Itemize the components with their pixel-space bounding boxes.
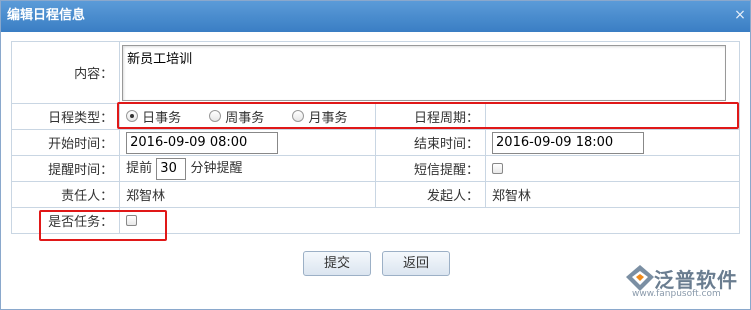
radio-monthly-label: 月事务 — [308, 110, 348, 126]
sms-label: 短信提醒： — [375, 155, 487, 182]
schedule-type-cell: 日事务 周事务 月事务 — [119, 103, 377, 130]
owner-value: 郑智林 — [119, 181, 377, 208]
radio-daily-dot[interactable] — [126, 110, 139, 123]
schedule-type-label: 日程类型： — [10, 103, 121, 130]
is-task-checkbox[interactable] — [126, 215, 138, 226]
schedule-period-label: 日程周期： — [375, 103, 487, 130]
end-time-input[interactable]: 2016-09-09 18:00 — [492, 131, 645, 154]
radio-monthly-dot[interactable] — [292, 110, 305, 123]
submit-button[interactable]: 提交 — [303, 251, 371, 276]
content-label: 内容： — [10, 41, 121, 104]
dialog-titlebar: 编辑日程信息 × — [1, 1, 750, 32]
reminder-minutes-input[interactable]: 30 — [156, 157, 187, 180]
reminder-cell: 提前 30 分钟提醒 — [119, 155, 377, 182]
radio-daily-label: 日事务 — [142, 110, 182, 126]
end-time-cell: 2016-09-09 18:00 — [485, 129, 740, 156]
reminder-label: 提醒时间： — [10, 155, 121, 182]
back-button[interactable]: 返回 — [382, 251, 450, 276]
start-time-input[interactable]: 2016-09-09 08:00 — [126, 131, 279, 154]
is-task-label: 是否任务： — [10, 207, 121, 234]
close-icon[interactable]: × — [732, 7, 748, 23]
edit-schedule-dialog: 编辑日程信息 × 内容： 新员工培训 日程类型： 日事务 周事务 月事务 日程周… — [0, 0, 751, 310]
start-time-cell: 2016-09-09 08:00 — [119, 129, 377, 156]
is-task-cell — [119, 207, 740, 234]
sms-cell — [485, 155, 740, 182]
owner-label: 责任人： — [10, 181, 121, 208]
end-time-label: 结束时间： — [375, 129, 487, 156]
start-time-label: 开始时间： — [10, 129, 121, 156]
radio-weekly-label: 周事务 — [225, 110, 265, 126]
initiator-value: 郑智林 — [485, 181, 740, 208]
radio-weekly[interactable]: 周事务 — [209, 107, 264, 126]
content-cell: 新员工培训 — [119, 41, 740, 104]
initiator-label: 发起人： — [375, 181, 487, 208]
sms-checkbox[interactable] — [492, 163, 504, 174]
dialog-title: 编辑日程信息 — [7, 8, 86, 23]
radio-daily[interactable]: 日事务 — [126, 107, 181, 126]
reminder-prefix: 提前 — [126, 161, 153, 177]
schedule-form: 内容： 新员工培训 日程类型： 日事务 周事务 月事务 日程周期： 开始时间： … — [10, 41, 740, 234]
radio-monthly[interactable]: 月事务 — [292, 107, 347, 126]
fanpu-logo: 泛普软件 www.fanpusoft.com — [624, 263, 748, 307]
logo-url: www.fanpusoft.com — [632, 289, 721, 299]
reminder-suffix: 分钟提醒 — [190, 161, 243, 177]
schedule-period-field[interactable] — [485, 103, 740, 130]
content-textarea[interactable]: 新员工培训 — [122, 44, 727, 101]
radio-weekly-dot[interactable] — [209, 110, 222, 123]
